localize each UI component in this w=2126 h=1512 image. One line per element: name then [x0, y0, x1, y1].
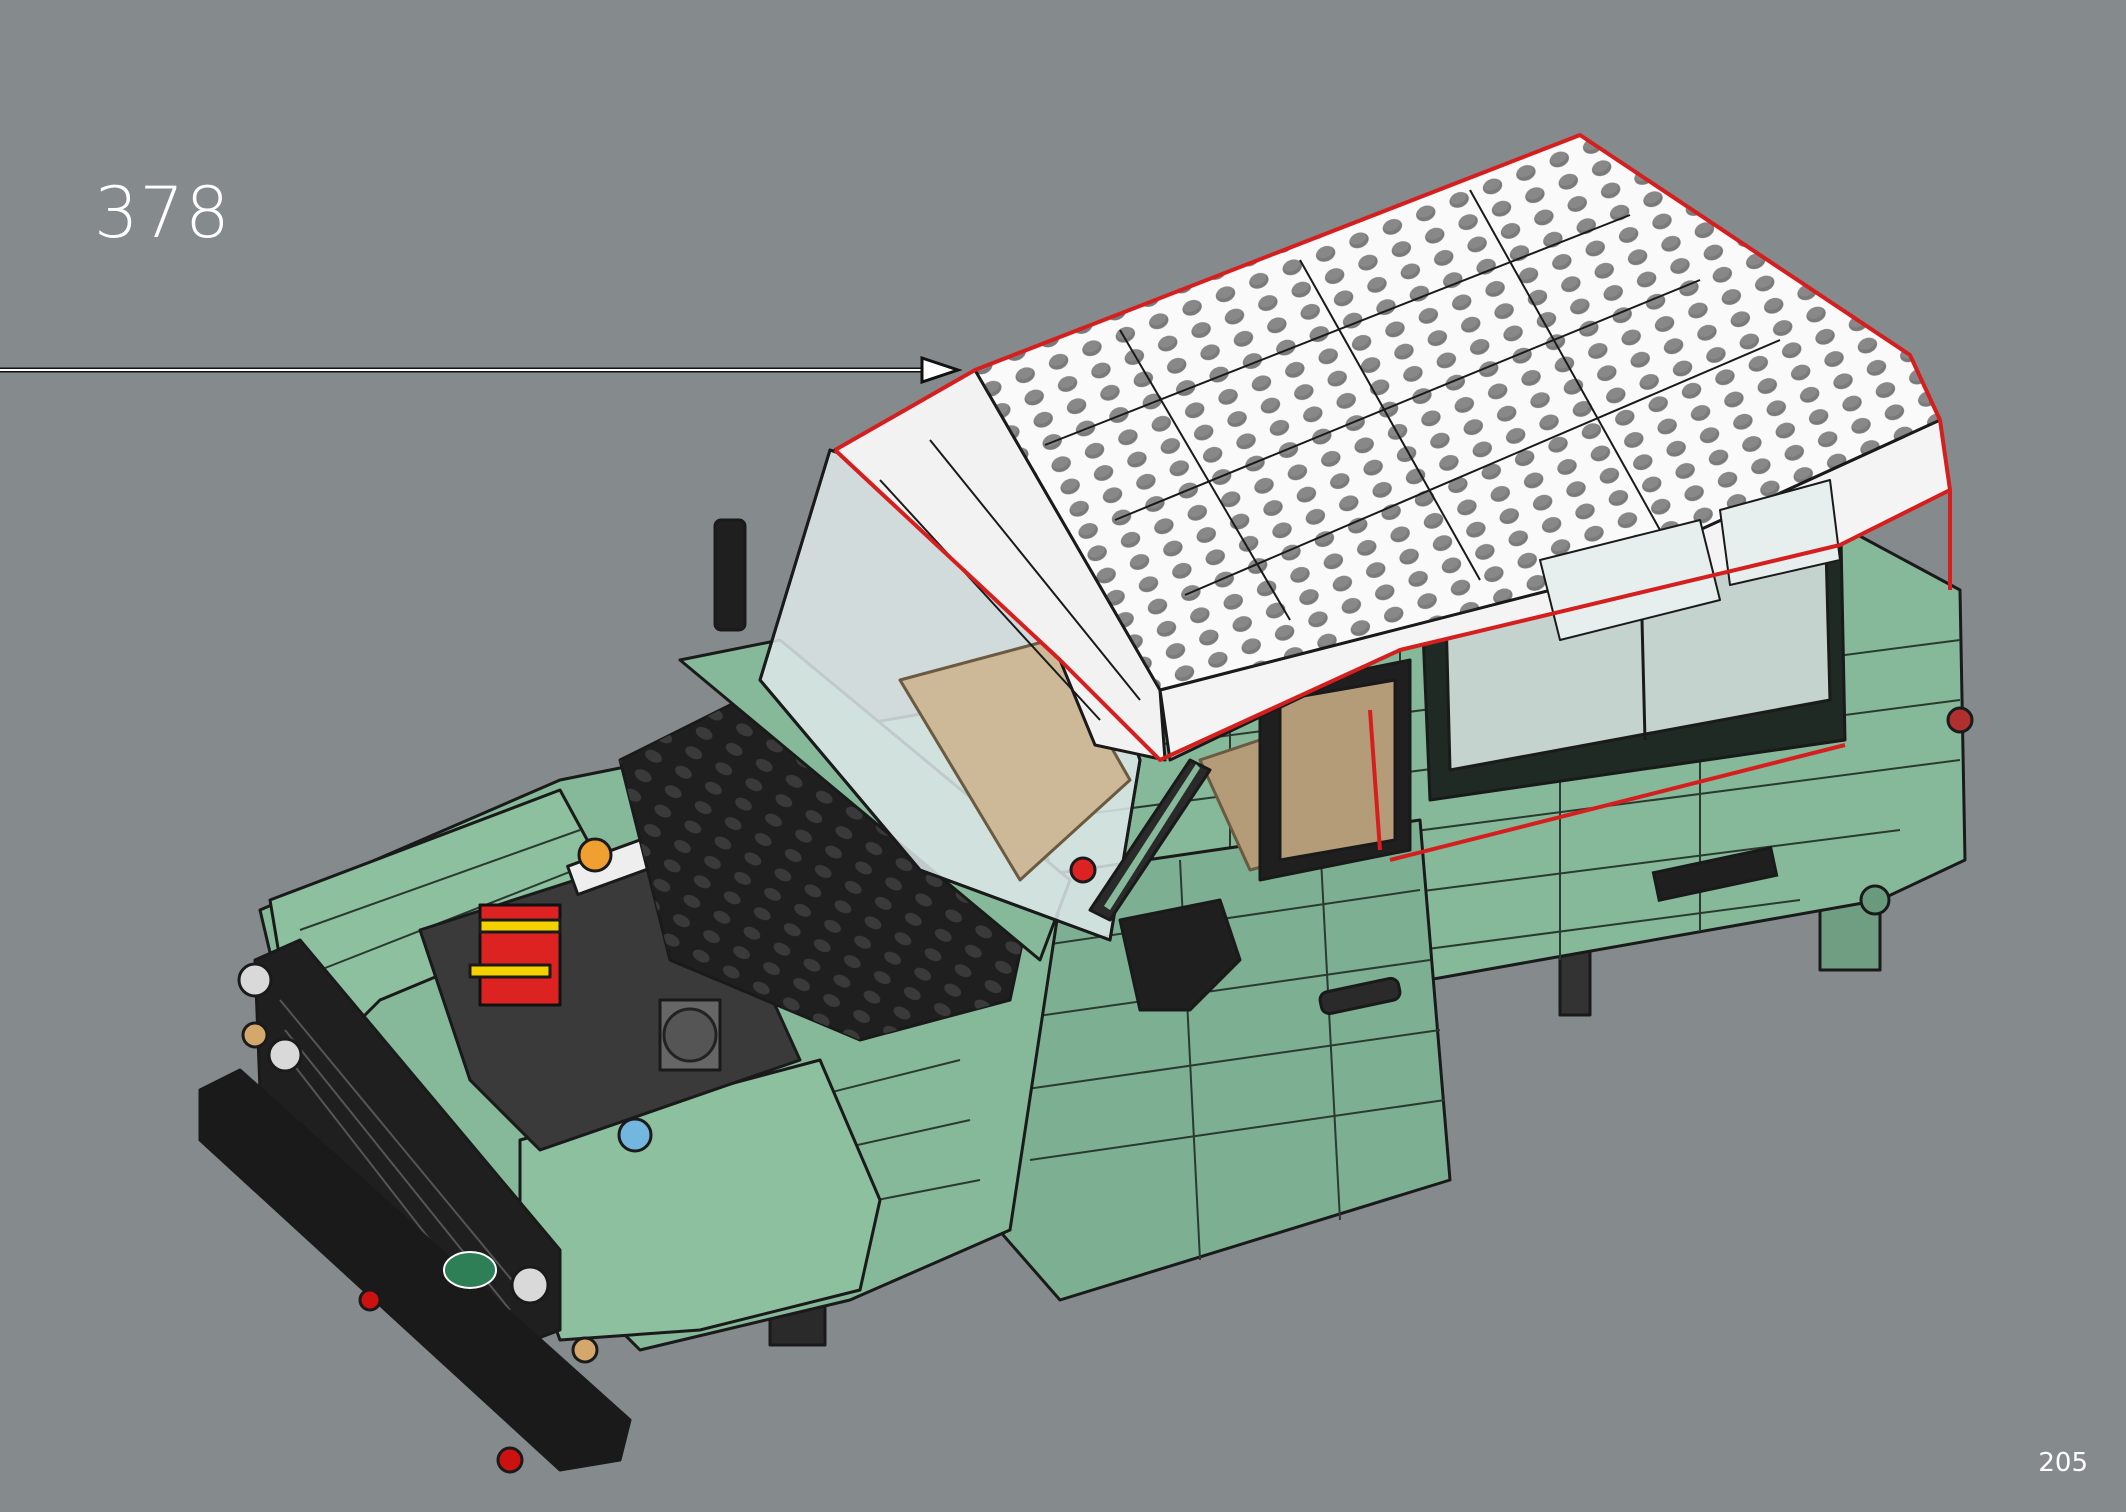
- arrow-right-icon: [0, 355, 963, 385]
- lego-model-illustration: [0, 133, 1974, 1474]
